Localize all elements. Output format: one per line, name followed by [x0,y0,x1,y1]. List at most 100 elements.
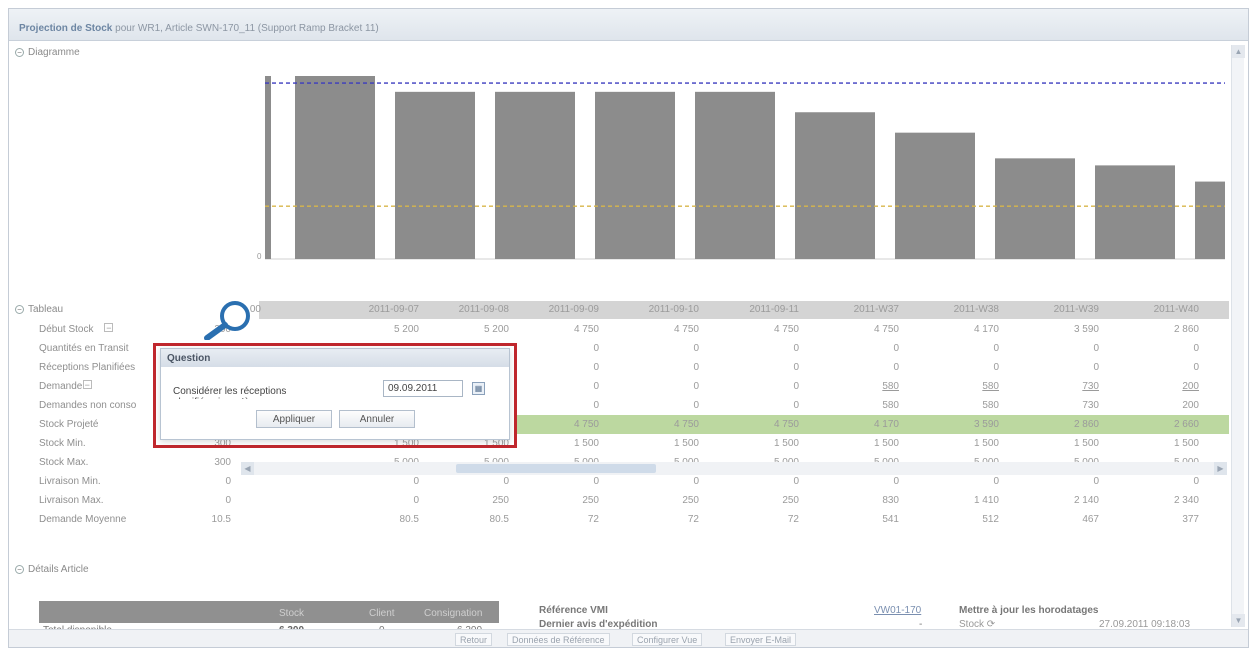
scrollbar-thumb[interactable] [456,464,656,473]
table-cell[interactable]: 730 [1009,381,1099,392]
section-details-toggle[interactable]: − Détails Article [15,564,89,575]
scroll-down-icon[interactable]: ▼ [1232,614,1245,627]
table-cell: 0 [413,476,419,487]
section-diagram-toggle[interactable]: − Diagramme [15,47,80,58]
row-label: Réceptions Planifiées [39,362,136,373]
row-label: Stock Projeté [39,419,99,430]
expand-icon[interactable]: − [104,323,114,333]
table-cell: 0 [225,495,231,506]
table-cell: 580 [982,400,999,411]
calendar-icon[interactable]: ▦ [472,382,485,395]
date-input[interactable]: 09.09.2011 [383,380,463,397]
table-cell: 0 [893,343,899,354]
chart-bar [795,112,875,259]
window-titlebar: Projection de Stock pour WR1, Article SW… [9,9,1248,41]
table-cell: 0 [893,362,899,373]
back-button[interactable]: Retour [455,633,493,646]
scroll-right-icon[interactable]: ▶ [1214,462,1227,475]
vertical-scrollbar[interactable]: ▲ ▼ [1231,45,1245,627]
row-label: Quantités en Transit [39,343,129,354]
row-label: Demande Moyenne [39,514,127,525]
table-cell: 4 750 [773,419,799,430]
table-cell: 4 750 [573,419,599,430]
section-table-toggle[interactable]: − Tableau [15,304,63,315]
table-cell: 0 [693,400,699,411]
apply-button[interactable]: Appliquer [256,410,332,428]
table-cell: 72 [687,514,699,525]
table-cell: 541 [882,514,899,525]
table-cell[interactable]: 580 [909,381,999,392]
header-cell: 2011-09-07 [368,304,419,315]
collapse-icon: − [15,305,24,314]
table-cell: 5 200 [393,324,419,335]
table-row: Demande Moyenne 10.5 80.5 80.5 72 72 72 541 512 4… [29,510,1229,529]
chart-bar [1095,165,1175,259]
table-cell: 2 140 [1073,495,1099,506]
chart-bar [265,76,271,259]
dialog-title: Question [161,349,509,367]
table-cell: 0 [1093,343,1099,354]
collapse-icon: − [15,48,24,57]
table-header-row: 00 2011-09-07 2011-09-08 2011-09-09 2011-09-… [250,301,1229,319]
table-cell: 2 860 [1173,324,1199,335]
table-cell: 0 [993,362,999,373]
header-cell: 2011-09-09 [548,304,599,315]
header-cell: 2011-W40 [1153,304,1199,315]
scroll-up-icon[interactable]: ▲ [1232,45,1245,58]
expand-icon[interactable]: − [82,380,92,390]
table-cell: 250 [492,495,509,506]
table-cell[interactable]: 580 [809,381,899,392]
table-cell: 2 660 [1173,419,1199,430]
horizontal-scrollbar[interactable]: ◀ ▶ [241,462,1227,475]
header-cell: 2011-W39 [1053,304,1099,315]
table-cell: 1 500 [873,438,899,449]
table-cell: 467 [1082,514,1099,525]
scroll-left-icon[interactable]: ◀ [241,462,254,475]
table-cell: 0 [993,343,999,354]
header-cell: 2011-09-10 [648,304,699,315]
chart-bar [695,91,775,259]
availability-table-header: Stock Client Consignation [39,601,499,623]
table-cell: 10.5 [211,514,231,525]
configure-view-button[interactable]: Configurer Vue [632,633,703,646]
table-cell: 250 [582,495,599,506]
table-cell: 0 [1193,362,1199,373]
cancel-button[interactable]: Annuler [339,410,415,428]
table-cell: 0 [893,476,899,487]
table-row: Livraison Max. 0 0 250 250 250 250 830 1 410 2 14… [29,491,1229,510]
table-cell[interactable]: 200 [1109,381,1199,392]
header-cell: 2011-W38 [953,304,999,315]
vmi-reference-link[interactable]: VW01-170 [874,605,921,616]
table-cell: 0 [1093,476,1099,487]
table-cell: 0 [503,476,509,487]
table-cell: 80.5 [489,514,509,525]
header-cell: 2011-09-08 [458,304,509,315]
table-cell: 4 750 [673,419,699,430]
table-cell: 4 170 [973,324,999,335]
table-cell: 0 [693,476,699,487]
table-cell: 0 [993,476,999,487]
table-cell: 250 [682,495,699,506]
table-cell: 1 500 [1173,438,1199,449]
table-cell: 0 [1193,476,1199,487]
stock-chart: 0 [257,76,1225,261]
table-cell: 0 [593,476,599,487]
chart-bar [595,91,675,259]
chart-bar [495,91,575,259]
table-cell: 0 [1093,362,1099,373]
window-title: Projection de Stock [19,23,113,34]
vmi-reference-label: Référence VMI [539,605,608,616]
table-cell: 0 [593,362,599,373]
table-cell: 250 [782,495,799,506]
table-cell: 0 [793,343,799,354]
reference-data-button[interactable]: Données de Référence [507,633,610,646]
table-cell: 2 860 [1073,419,1099,430]
table-cell: 0 [793,400,799,411]
table-cell: 1 500 [773,438,799,449]
table-cell: 300 [214,457,231,468]
chart-bar [295,76,375,259]
table-cell: 830 [882,495,899,506]
send-email-button[interactable]: Envoyer E-Mail [725,633,797,646]
y-tick-label: 0 [257,252,262,261]
table-cell: 3 590 [973,419,999,430]
